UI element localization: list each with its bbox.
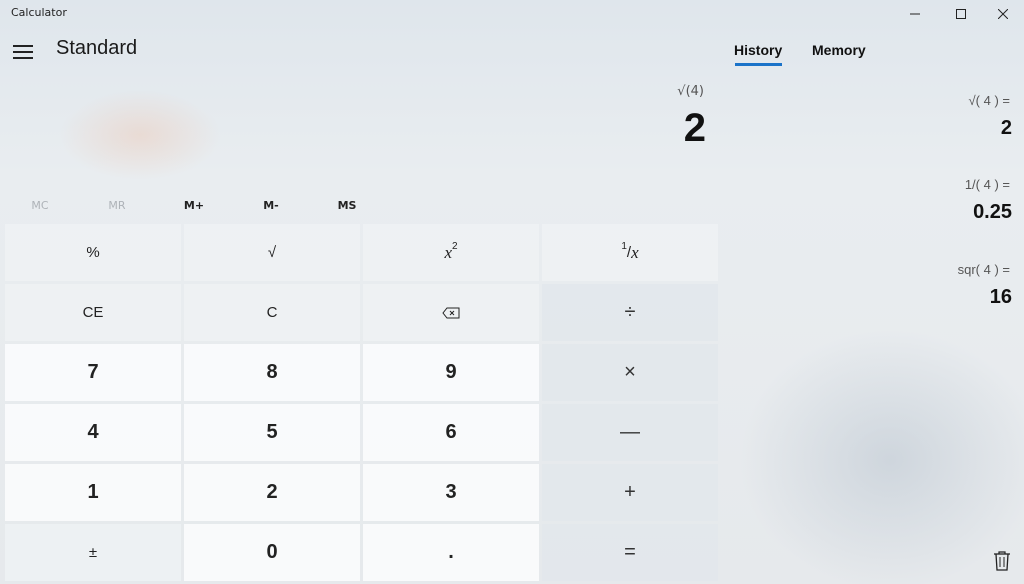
digit-6-button[interactable]: 6: [363, 404, 539, 461]
memory-subtract-button[interactable]: M-: [233, 193, 309, 217]
square-root-button[interactable]: √: [184, 224, 360, 281]
clear-button[interactable]: C: [184, 284, 360, 341]
digit-2-button[interactable]: 2: [184, 464, 360, 521]
maximize-button[interactable]: [938, 0, 984, 28]
reciprocal-button[interactable]: 1/x: [542, 224, 718, 281]
navigation-menu-button[interactable]: [8, 38, 38, 66]
history-item-expression[interactable]: sqr( 4 ) =: [958, 262, 1010, 277]
tab-history[interactable]: History: [734, 42, 782, 58]
history-item-expression[interactable]: 1/( 4 ) =: [965, 177, 1010, 192]
active-tab-indicator: [735, 63, 782, 66]
keypad: % √ x2 1/x CE C ÷ 7 8 9 × 4 5 6 — 1 2 3 …: [5, 224, 718, 581]
tab-memory[interactable]: Memory: [812, 42, 866, 58]
digit-0-button[interactable]: 0: [184, 524, 360, 581]
equals-button[interactable]: =: [542, 524, 718, 581]
background-blur: [740, 330, 1024, 584]
history-item-result[interactable]: 0.25: [973, 201, 1012, 224]
digit-7-button[interactable]: 7: [5, 344, 181, 401]
digit-4-button[interactable]: 4: [5, 404, 181, 461]
digit-9-button[interactable]: 9: [363, 344, 539, 401]
digit-8-button[interactable]: 8: [184, 344, 360, 401]
backspace-button[interactable]: [363, 284, 539, 341]
memory-store-button[interactable]: MS: [309, 193, 385, 217]
result-display: 2: [683, 106, 706, 150]
app-title: Calculator: [11, 6, 67, 19]
decimal-button[interactable]: .: [363, 524, 539, 581]
square-button-exponent: 2: [451, 241, 458, 252]
title-bar: Calculator: [0, 0, 1024, 28]
multiply-button[interactable]: ×: [542, 344, 718, 401]
minimize-icon: [910, 13, 920, 15]
memory-add-button[interactable]: M+: [156, 193, 232, 217]
reciprocal-button-denominator: x: [631, 242, 639, 262]
memory-recall-button[interactable]: MR: [79, 193, 155, 217]
hamburger-icon-line: [13, 51, 33, 53]
memory-clear-button[interactable]: MC: [2, 193, 78, 217]
square-button[interactable]: x2: [363, 224, 539, 281]
history-item-result[interactable]: 2: [1001, 117, 1012, 140]
trash-icon: [994, 551, 1010, 571]
close-button[interactable]: [980, 0, 1024, 28]
backspace-icon: [442, 307, 460, 318]
plus-button[interactable]: +: [542, 464, 718, 521]
reciprocal-button-numerator: 1: [621, 241, 627, 252]
close-icon: [998, 9, 1008, 19]
maximize-icon: [956, 9, 966, 19]
hamburger-icon-line: [13, 57, 33, 59]
percent-button[interactable]: %: [5, 224, 181, 281]
divide-button[interactable]: ÷: [542, 284, 718, 341]
digit-3-button[interactable]: 3: [363, 464, 539, 521]
hamburger-icon-line: [13, 45, 33, 47]
digit-1-button[interactable]: 1: [5, 464, 181, 521]
square-button-base: x: [444, 242, 452, 262]
background-blur: [60, 90, 220, 180]
memory-controls: MC MR M+ M- MS: [0, 193, 716, 217]
history-item-expression[interactable]: √( 4 ) =: [969, 93, 1010, 108]
minimize-button[interactable]: [892, 0, 938, 28]
minus-button[interactable]: —: [542, 404, 718, 461]
negate-button[interactable]: ±: [5, 524, 181, 581]
history-item-result[interactable]: 16: [990, 286, 1012, 309]
digit-5-button[interactable]: 5: [184, 404, 360, 461]
clear-entry-button[interactable]: CE: [5, 284, 181, 341]
mode-title: Standard: [56, 37, 138, 59]
expression-display: √(4): [677, 84, 704, 99]
clear-history-button[interactable]: [993, 551, 1011, 571]
